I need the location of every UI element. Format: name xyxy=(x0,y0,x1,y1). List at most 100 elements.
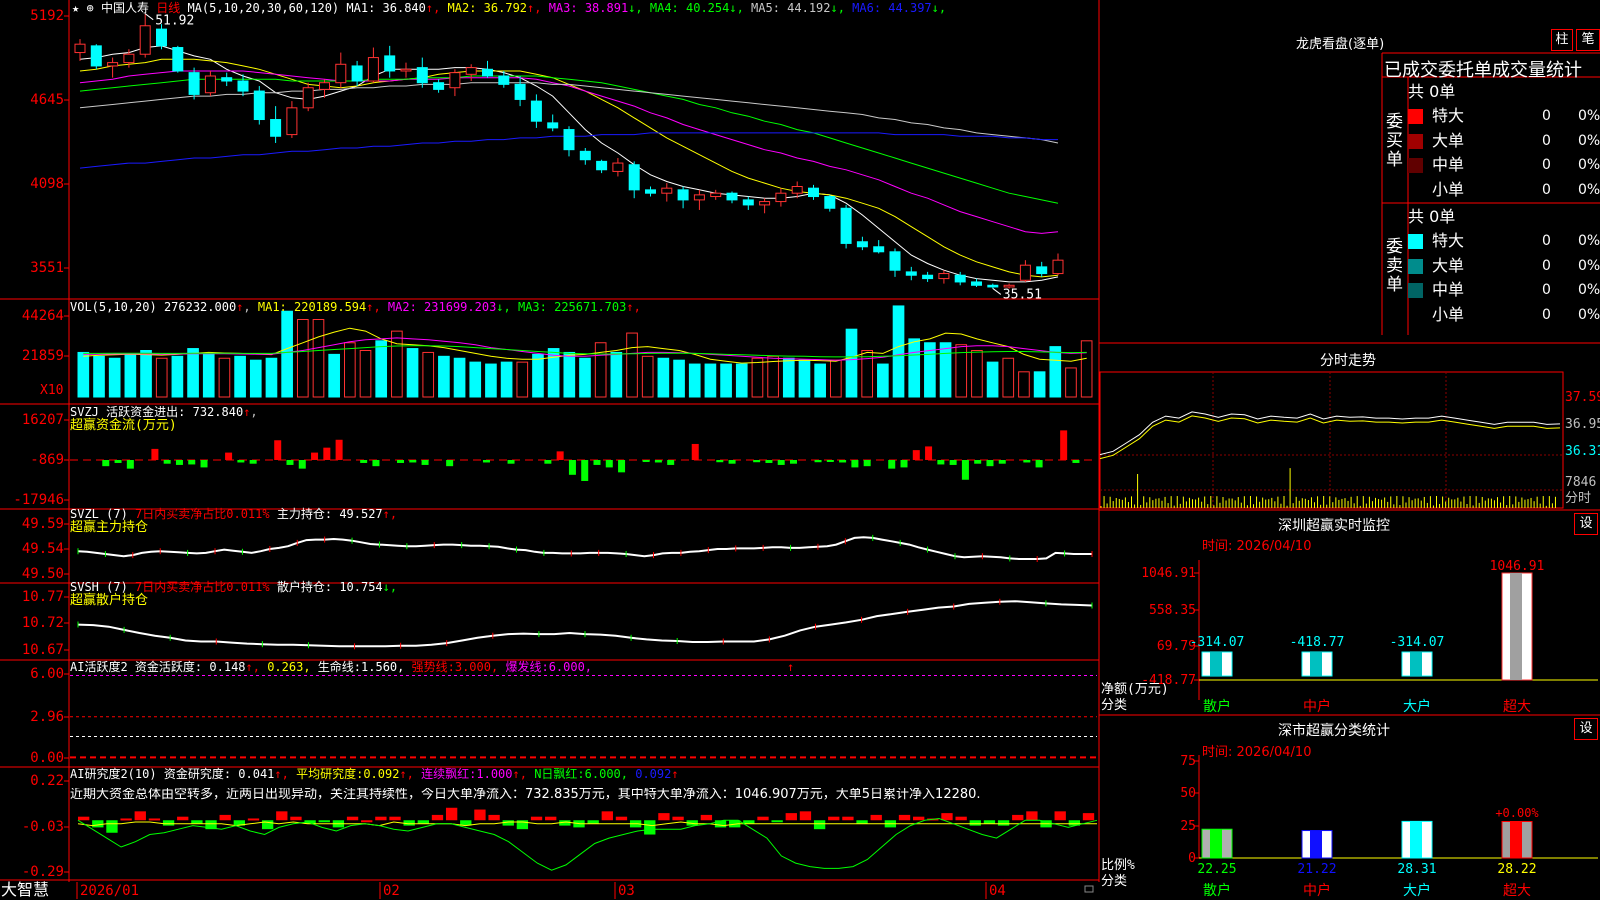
low-marker-label: 35.51 xyxy=(1003,287,1042,302)
research-bar xyxy=(134,811,146,821)
volume-bar xyxy=(704,363,717,398)
volume-bar xyxy=(892,305,905,398)
ai-research-value: 0.041 xyxy=(238,767,275,781)
svzj-bar xyxy=(998,460,1006,464)
ma-value-2: MA2: 36.792 xyxy=(440,1,528,15)
volume-unit-label: X10 xyxy=(40,383,63,398)
volume-tick-label: 44264 xyxy=(22,308,64,324)
ma-value-arrow-1: ↑, xyxy=(425,1,441,15)
svzj-bar xyxy=(974,460,982,464)
volume-bar xyxy=(1065,367,1077,398)
period-label[interactable]: 日线 xyxy=(156,1,180,15)
research-bar xyxy=(870,814,882,821)
intraday-volume-label: 7846 xyxy=(1565,475,1596,490)
svzj-bar xyxy=(851,460,859,468)
ai-active-v1: 0.148 xyxy=(209,660,246,674)
svzj-bar xyxy=(1072,460,1080,463)
candle-body xyxy=(693,194,705,201)
ai-research-arrow: ↑, xyxy=(274,767,289,781)
candle-body xyxy=(221,77,233,82)
buy-order-row: 中单 0 0% xyxy=(1408,153,1600,178)
monitor-tick-label: 558.35 xyxy=(1149,603,1196,618)
ma-value-6: MA6: 44.397 xyxy=(844,1,932,15)
research-bar xyxy=(120,818,132,821)
tick-mode-button[interactable]: 笔 xyxy=(1576,29,1600,51)
sell-order-percent: 0% xyxy=(1578,306,1600,323)
candle-body xyxy=(1052,259,1064,275)
sell-order-percent: 0% xyxy=(1578,233,1600,249)
research-bar xyxy=(276,811,288,821)
buy-order-swatch xyxy=(1408,183,1423,198)
classify-bar-value: 28.22 xyxy=(1497,862,1536,877)
monitor-bar-value: 1046.91 xyxy=(1490,559,1545,574)
svzl-line xyxy=(77,536,1092,560)
volume-header: VOL(5,10,20) 276232.000 ↑, MA1: 220189.59… xyxy=(70,300,641,314)
research-bar xyxy=(106,820,118,833)
add-icon[interactable]: ⊕ xyxy=(86,1,93,15)
sell-order-name: 小单 xyxy=(1432,304,1465,324)
monitor-settings-button[interactable]: 设 xyxy=(1574,513,1598,535)
price-tick-label: 5192 xyxy=(30,8,64,24)
buy-orders-label: 委买单 xyxy=(1386,112,1403,170)
ma-value-1: MA1: 36.840 xyxy=(346,1,426,15)
research-bar xyxy=(997,820,1010,826)
buy-order-total: 共 0单 xyxy=(1408,82,1456,101)
svzj-bar xyxy=(618,460,626,473)
classify-bar-value: 21.22 xyxy=(1297,862,1336,877)
classify-settings-button[interactable]: 设 xyxy=(1574,718,1598,740)
candle-body xyxy=(596,160,608,171)
volume-bar xyxy=(673,359,685,398)
candle-body xyxy=(824,196,836,209)
svzj-bar xyxy=(163,460,171,464)
research-bar xyxy=(799,811,812,821)
svzj-bar xyxy=(188,460,196,465)
research-bar xyxy=(389,816,401,821)
volume-bar xyxy=(1049,346,1062,398)
volume-bar xyxy=(641,355,654,398)
candle-body xyxy=(677,189,689,201)
charts-canvas[interactable]: 5192 4645 4098 3551 44264 21859 X10 16207 -869 -1… xyxy=(0,0,1600,900)
volume-ma-values: MA1: 220189.594↑, MA2: 231699.203↓, MA3:… xyxy=(258,300,641,314)
research-bar xyxy=(361,820,373,823)
star-icon[interactable]: ★ xyxy=(72,1,79,15)
candle-body xyxy=(482,68,493,77)
svzj-bar xyxy=(482,460,490,463)
research-bar xyxy=(474,809,486,821)
buy-order-count: 0 xyxy=(1542,181,1551,198)
classify-bar-shade xyxy=(1410,821,1422,858)
research-bar xyxy=(92,820,104,828)
monitor-tick-label: 1046.91 xyxy=(1141,566,1196,581)
price-tick-label: 4645 xyxy=(30,92,64,108)
svzj-bar xyxy=(409,460,417,463)
research-bar xyxy=(445,807,458,821)
price-tick-label: 4098 xyxy=(30,176,64,192)
research-bar xyxy=(983,820,996,824)
x-axis-label: 03 xyxy=(618,883,635,899)
volume-bar xyxy=(610,351,623,398)
candle-body xyxy=(90,45,102,67)
bar-mode-button[interactable]: 柱 xyxy=(1551,29,1573,51)
research-bar xyxy=(700,814,713,821)
candle-body xyxy=(905,271,917,276)
ma-value-3: MA3: 38.891 xyxy=(541,1,629,15)
intraday-title: 分时走势 xyxy=(1320,353,1376,369)
volume-bar xyxy=(720,363,732,398)
candle-body xyxy=(156,28,167,47)
sell-order-row: 小单 0 0% xyxy=(1408,303,1600,328)
candle-body xyxy=(74,43,86,54)
low-marker-line xyxy=(992,288,1002,295)
sell-orders-label: 委卖单 xyxy=(1386,237,1403,295)
nred-arrow: ↑ xyxy=(671,767,679,781)
dragon-tiger-header: 已成交委托单成交量统计 xyxy=(1384,60,1582,81)
research-bar xyxy=(828,816,840,821)
svzj-bar xyxy=(225,452,233,460)
svzj-tick-label: -17946 xyxy=(13,492,64,508)
svsh-label: 散户持仓: xyxy=(276,580,333,594)
svzj-bar xyxy=(556,451,564,460)
candle-body xyxy=(384,55,396,72)
svzj-name: SVZJ xyxy=(70,405,99,419)
volume-bar xyxy=(908,338,921,398)
candle-body xyxy=(335,63,347,84)
dragon-tiger-title: 龙虎看盘(逐单) xyxy=(1296,37,1385,52)
svzj-tick-label: 16207 xyxy=(22,412,64,428)
